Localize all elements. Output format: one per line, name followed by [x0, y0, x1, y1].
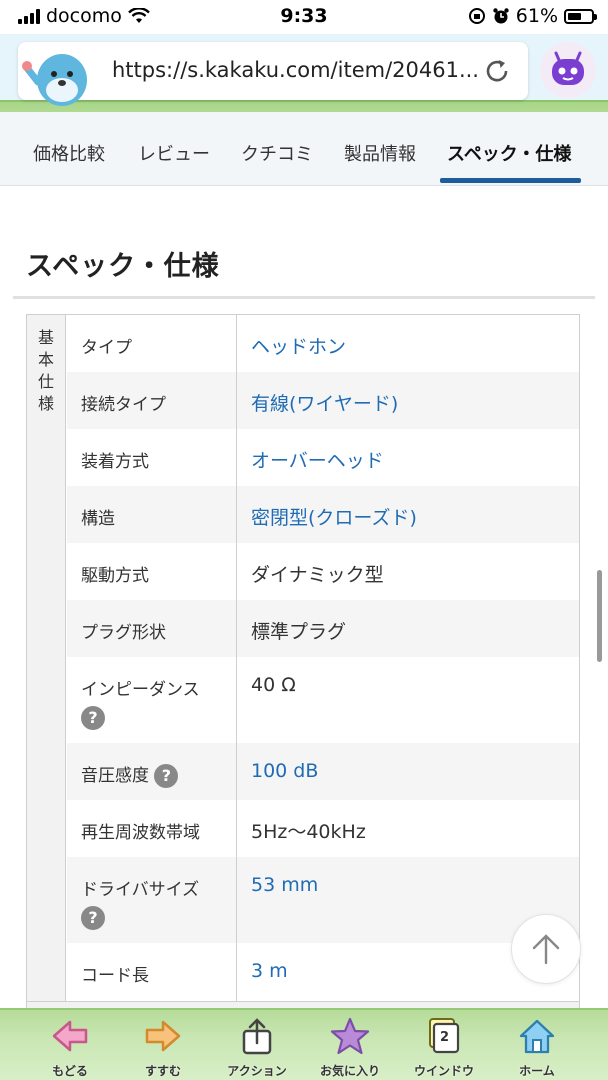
spec-key-cell: インピーダンス ? — [67, 657, 236, 743]
tab-bar: 価格比較 レビュー クチコミ 製品情報 スペック・仕様 — [0, 112, 608, 186]
forward-label: すすむ — [144, 1064, 181, 1078]
orientation-lock-icon — [468, 8, 485, 24]
home-button[interactable]: ホーム — [492, 1014, 582, 1080]
spec-table: 基本仕様 タイプ ヘッドホン 接続タイプ 有線(ワイヤード) 装着方式 オーバー… — [26, 314, 580, 1014]
active-tab-indicator — [440, 178, 581, 183]
spec-value-link[interactable]: オーバーヘッド — [237, 429, 579, 486]
action-button[interactable]: アクション — [212, 1014, 302, 1080]
table-row: 駆動方式 ダイナミック型 — [67, 543, 579, 600]
tab-word-of-mouth[interactable]: クチコミ — [241, 140, 313, 166]
table-row: インピーダンス ? 40 Ω — [67, 657, 579, 743]
tab-product-info[interactable]: 製品情報 — [344, 140, 416, 166]
action-label: アクション — [227, 1064, 287, 1078]
table-row: プラグ形状 標準プラグ — [67, 600, 579, 657]
spec-key: 接続タイプ — [67, 372, 236, 429]
table-row: 音圧感度 ? 100 dB — [67, 743, 579, 800]
spec-key: プラグ形状 — [67, 600, 236, 657]
table-row: 接続タイプ 有線(ワイヤード) — [67, 372, 579, 429]
reload-icon[interactable] — [482, 56, 512, 86]
spec-key: 駆動方式 — [81, 566, 149, 586]
help-icon[interactable]: ? — [81, 706, 105, 730]
mascot-logo — [22, 54, 87, 106]
status-bar: docomo 9:33 61% — [0, 0, 608, 34]
windows-button[interactable]: 2 ウインドウ — [399, 1014, 489, 1080]
spec-value: ダイナミック型 — [251, 564, 384, 586]
spec-value-link[interactable]: 100 dB — [237, 743, 579, 800]
favorites-button[interactable]: お気に入り — [305, 1014, 395, 1080]
spec-key: 装着方式 — [81, 452, 149, 472]
favorites-label: お気に入り — [319, 1064, 380, 1078]
spec-key: 構造 — [67, 486, 236, 543]
share-icon — [242, 1018, 272, 1055]
spec-key: コード長 — [81, 966, 149, 986]
window-count: 2 — [440, 1030, 450, 1045]
arrow-up-icon — [532, 934, 560, 965]
back-label: もどる — [52, 1064, 88, 1078]
star-icon — [330, 1017, 370, 1055]
bottom-toolbar: もどる すすむ アクション お気に入り 2 ウインドウ ホーム — [0, 1008, 608, 1080]
windows-label: ウインドウ — [413, 1064, 474, 1078]
app-avatar-icon[interactable] — [540, 42, 596, 98]
url-text[interactable]: https://s.kakaku.com/item/20461... — [112, 58, 479, 82]
spec-key: ドライバサイズ — [81, 880, 200, 900]
home-icon — [519, 1019, 555, 1054]
spec-value-link[interactable]: 密閉型(クローズド) — [237, 486, 579, 543]
tab-review[interactable]: レビュー — [138, 140, 210, 166]
help-icon[interactable]: ? — [81, 906, 105, 930]
spec-value: 5Hz〜40kHz — [251, 821, 366, 843]
spec-value: 標準プラグ — [237, 600, 579, 657]
home-label: ホーム — [519, 1064, 555, 1078]
battery-percent: 61% — [515, 5, 558, 27]
browser-header: https://s.kakaku.com/item/20461... — [0, 34, 608, 130]
table-row: 再生周波数帯域 5Hz〜40kHz — [67, 800, 579, 857]
battery-icon — [564, 8, 597, 24]
spec-key: 音圧感度 — [81, 766, 149, 786]
scrollbar[interactable] — [597, 570, 602, 662]
forward-button[interactable]: すすむ — [118, 1014, 208, 1080]
back-button[interactable]: もどる — [25, 1014, 115, 1080]
tab-price-compare[interactable]: 価格比較 — [33, 140, 105, 166]
table-row: ドライバサイズ ? 53 mm — [67, 857, 579, 943]
spec-key-cell: ドライバサイズ ? — [67, 857, 236, 943]
spec-group-cell: 基本仕様 — [27, 315, 66, 1001]
help-icon[interactable]: ? — [154, 764, 179, 788]
table-row: コード長 3 m — [67, 943, 579, 1000]
spec-group-label: 基本仕様 — [37, 328, 54, 413]
column-divider — [236, 315, 237, 1013]
section-title: スペック・仕様 — [26, 251, 220, 282]
spec-key: 再生周波数帯域 — [81, 823, 200, 843]
spec-key: インピーダンス — [81, 680, 200, 700]
spec-value-link[interactable]: 有線(ワイヤード) — [237, 372, 579, 429]
tab-specs[interactable]: スペック・仕様 — [447, 140, 571, 166]
spec-key-cell: 音圧感度 ? — [67, 743, 236, 800]
forward-arrow-icon — [145, 1020, 181, 1052]
table-row: 構造 密閉型(クローズド) — [67, 486, 579, 543]
alarm-icon — [493, 8, 509, 24]
table-row: タイプ ヘッドホン — [67, 315, 579, 372]
scroll-to-top-button[interactable] — [511, 914, 581, 984]
spec-value: 40 Ω — [251, 674, 296, 696]
table-row: 装着方式 オーバーヘッド — [67, 429, 579, 486]
back-arrow-icon — [52, 1020, 88, 1052]
spec-value-link[interactable]: ヘッドホン — [237, 315, 579, 372]
spec-key: タイプ — [81, 338, 132, 358]
section-divider — [13, 296, 595, 299]
